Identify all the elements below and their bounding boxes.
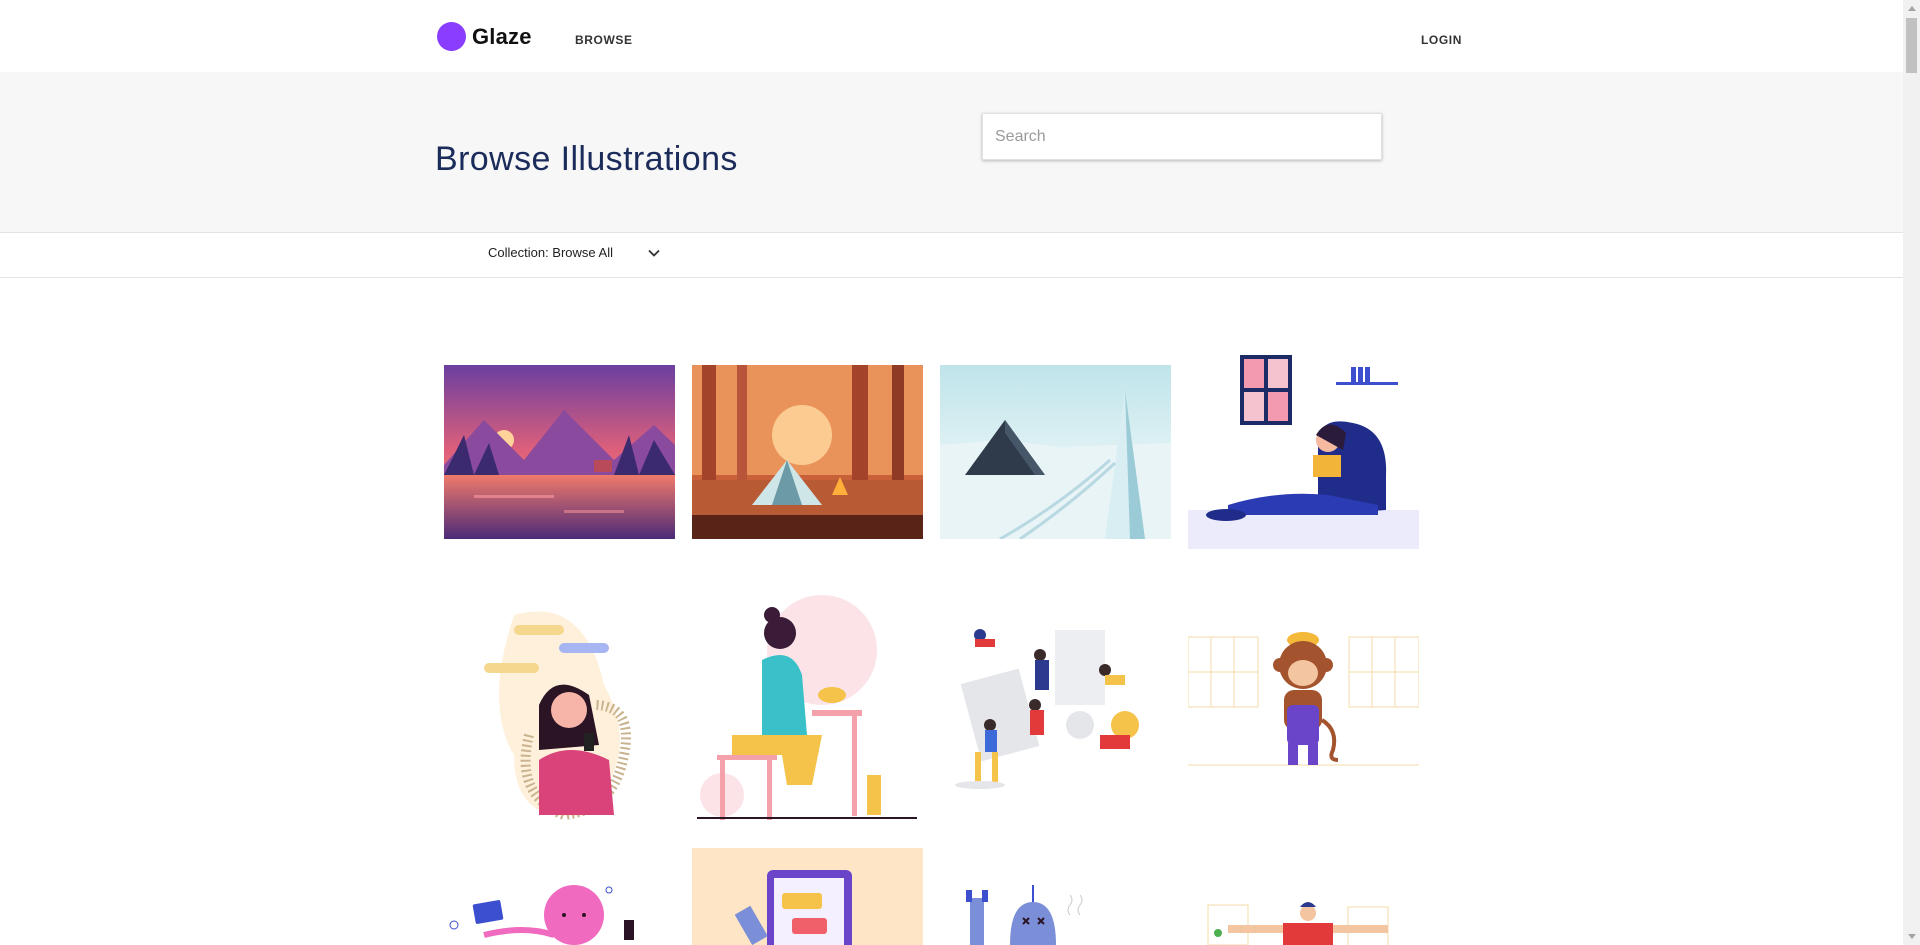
robot-broken-image <box>940 880 1171 945</box>
filter-bar: Collection: Browse All <box>0 233 1903 278</box>
illustration-octopus-laptop[interactable] <box>444 860 675 945</box>
scroll-down-arrow-icon[interactable] <box>1903 928 1920 945</box>
man-workshop-image <box>1188 895 1419 945</box>
collection-dropdown[interactable]: Collection: Browse All <box>488 245 661 260</box>
illustration-woman-sitting-coffee[interactable] <box>692 585 923 825</box>
octopus-laptop-image <box>444 860 675 945</box>
illustration-snowy-cabin[interactable] <box>940 365 1171 539</box>
phone-chat-image <box>692 848 923 945</box>
monkey-hardhat-image <box>1188 625 1419 795</box>
woman-phone-image <box>444 585 675 825</box>
scrollbar-thumb[interactable] <box>1906 18 1917 73</box>
nav-login-link[interactable]: LOGIN <box>1421 33 1462 47</box>
woman-reading-image <box>1188 355 1419 549</box>
illustration-team-building-interface[interactable] <box>940 615 1171 800</box>
illustration-woman-phone-chat[interactable] <box>444 585 675 825</box>
illustration-man-workshop[interactable] <box>1188 895 1419 945</box>
logo-text: Glaze <box>472 23 532 49</box>
illustration-forest-tent-campfire[interactable] <box>692 365 923 539</box>
chevron-down-icon <box>648 249 660 257</box>
page-title: Browse Illustrations <box>435 139 738 178</box>
team-building-image <box>940 615 1171 800</box>
search-input[interactable] <box>983 114 1381 159</box>
illustration-phone-chat-messages[interactable] <box>692 848 923 945</box>
illustration-mountain-lake-sunset[interactable] <box>444 365 675 539</box>
logo-dot-icon <box>437 22 466 51</box>
illustration-monkey-hardhat[interactable] <box>1188 625 1419 795</box>
woman-sitting-image <box>692 585 923 825</box>
collection-label: Collection: Browse All <box>488 245 613 260</box>
scroll-up-arrow-icon[interactable] <box>1903 0 1920 17</box>
top-navbar: Glaze BROWSE LOGIN <box>0 0 1903 72</box>
illustration-robot-broken[interactable] <box>940 880 1171 945</box>
mountain-lake-image <box>444 365 675 539</box>
vertical-scrollbar[interactable] <box>1903 0 1920 945</box>
nav-browse-link[interactable]: BROWSE <box>575 33 633 47</box>
illustration-woman-reading-armchair[interactable] <box>1188 355 1419 549</box>
snowy-cabin-image <box>940 365 1171 539</box>
search-box <box>982 113 1382 160</box>
hero-section: Browse Illustrations <box>0 72 1903 233</box>
forest-tent-image <box>692 365 923 539</box>
logo[interactable]: Glaze <box>437 22 532 51</box>
